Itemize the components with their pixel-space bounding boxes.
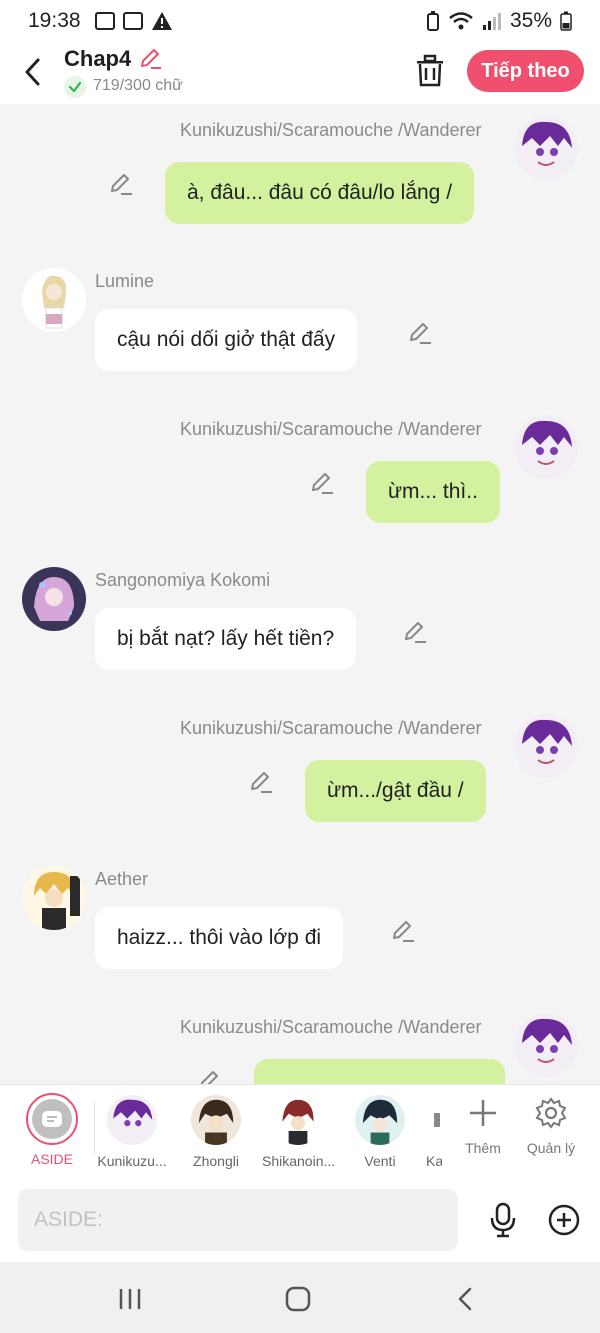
plus-icon [470, 1100, 496, 1126]
chat-bubble-icon [42, 1111, 62, 1127]
avatar[interactable] [514, 116, 578, 180]
avatar[interactable] [22, 268, 86, 332]
sender-name: Kunikuzushi/Scaramouche /Wanderer [180, 718, 482, 738]
sender-name: Aether [95, 869, 149, 889]
sender-name: Kunikuzushi/Scaramouche /Wanderer [180, 1017, 482, 1037]
avatar [424, 1095, 442, 1145]
avatar [191, 1095, 241, 1145]
message-bubble[interactable]: à, đâu... đâu có đâu/lo lắng / [165, 162, 475, 224]
system-nav-bar [0, 1262, 600, 1333]
add-attachment-button[interactable] [548, 1204, 580, 1236]
sender-name: Kunikuzushi/Scaramouche /Wanderer [180, 120, 482, 140]
character-venti[interactable]: Venti [344, 1093, 416, 1169]
avatar[interactable] [22, 866, 86, 930]
avatar[interactable] [514, 415, 578, 479]
next-button[interactable]: Tiếp theo [467, 50, 584, 92]
header: Chap4 719/300 chữ Tiếp theo [0, 42, 600, 104]
gear-icon [535, 1097, 567, 1129]
message-bubble[interactable]: cậu nói dối giở thật đấy [95, 309, 358, 371]
message-input[interactable] [18, 1189, 458, 1251]
char-count: 719/300 chữ [93, 77, 183, 94]
app-notification-icon [122, 12, 143, 30]
add-label: Thêm [465, 1140, 501, 1156]
sender-name: Kunikuzushi/Scaramouche /Wanderer [180, 419, 482, 439]
edit-message-icon[interactable] [248, 768, 274, 794]
aside-button[interactable] [26, 1093, 78, 1145]
trash-button[interactable] [414, 54, 446, 88]
message-bubble[interactable]: ừm... thì.. [366, 461, 500, 523]
character-partial[interactable]: Ka [424, 1093, 442, 1169]
message-bubble[interactable]: bị bắt nạt? lấy hết tiền? [95, 608, 357, 670]
divider [94, 1101, 95, 1155]
microphone-button[interactable] [488, 1202, 518, 1238]
character-label: Zhongli [193, 1153, 239, 1169]
status-bar: 19:38 35% [0, 0, 600, 42]
avatar[interactable] [514, 1013, 578, 1077]
aside-label: ASIDE [30, 1151, 73, 1167]
sender-name: Lumine [95, 271, 155, 291]
battery-saver-icon [426, 11, 439, 31]
gallery-notification-icon [94, 12, 115, 30]
edit-message-icon[interactable] [309, 469, 335, 495]
check-icon [64, 76, 86, 98]
edit-message-icon[interactable] [108, 170, 134, 196]
character-label: Ka [426, 1153, 442, 1169]
add-character-button[interactable]: Thêm [451, 1097, 515, 1156]
recent-apps-button[interactable] [115, 1284, 145, 1314]
home-button[interactable] [283, 1284, 313, 1314]
character-kunikuzushi[interactable]: Kunikuzu... [96, 1093, 168, 1169]
edit-message-icon[interactable] [407, 319, 433, 345]
warning-icon [151, 12, 172, 30]
avatar [107, 1095, 157, 1145]
message-bubble[interactable]: haizz... thôi vào lớp đi [95, 907, 344, 969]
manage-label: Quản lý [526, 1140, 576, 1156]
chapter-title: Chap4 [64, 46, 132, 71]
manage-button[interactable]: Quản lý [519, 1097, 583, 1156]
status-time: 19:38 [28, 9, 81, 32]
battery-icon [560, 11, 572, 31]
message-bubble[interactable] [254, 1059, 505, 1084]
edit-title-icon[interactable] [138, 46, 162, 70]
message-bubble[interactable]: ừm.../gật đầu / [305, 760, 486, 822]
character-label: Shikanoin... [262, 1153, 334, 1169]
character-bar: ASIDE Kunikuzu... Zhongli Shikanoin... V… [0, 1084, 600, 1178]
character-shikanoin[interactable]: Shikanoin... [262, 1093, 334, 1169]
chat-area[interactable]: Kunikuzushi/Scaramouche /Wanderer à, đâu… [0, 104, 600, 1084]
input-bar [0, 1178, 600, 1262]
avatar [355, 1095, 405, 1145]
sender-name: Sangonomiya Kokomi [95, 570, 271, 590]
avatar[interactable] [22, 567, 86, 631]
avatar [273, 1095, 323, 1145]
edit-message-icon[interactable] [197, 1067, 223, 1084]
back-button[interactable] [18, 54, 48, 90]
character-label: Kunikuzu... [97, 1153, 167, 1169]
character-zhongli[interactable]: Zhongli [180, 1093, 252, 1169]
character-label: Venti [364, 1153, 396, 1169]
battery-percent: 35% [509, 9, 552, 32]
back-nav-button[interactable] [451, 1284, 481, 1314]
edit-message-icon[interactable] [402, 618, 428, 644]
signal-icon [482, 13, 501, 30]
wifi-icon [449, 12, 473, 30]
edit-message-icon[interactable] [390, 917, 416, 943]
avatar[interactable] [514, 714, 578, 778]
